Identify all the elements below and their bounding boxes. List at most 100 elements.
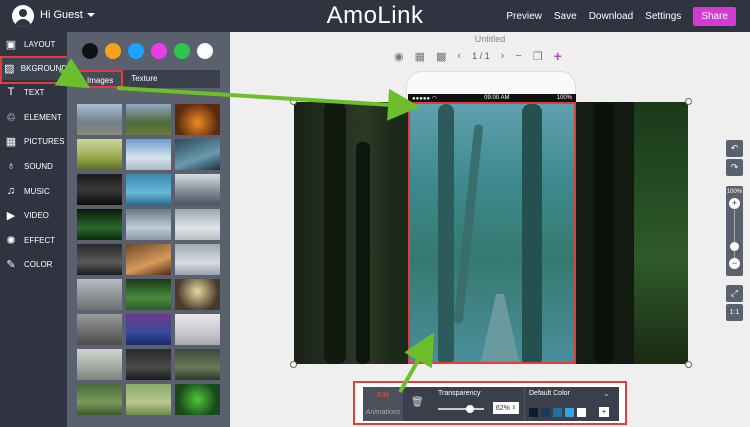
thumbnail[interactable] <box>175 209 220 240</box>
thumbnail[interactable] <box>77 139 122 170</box>
text-icon: T <box>7 86 15 98</box>
thumbnail[interactable] <box>77 314 122 345</box>
thumbnail[interactable] <box>175 384 220 415</box>
document-title[interactable]: Untitled <box>230 34 750 44</box>
transparency-input[interactable]: 62% ⇕ <box>493 402 519 414</box>
thumbnail[interactable] <box>126 384 171 415</box>
thumbnail[interactable] <box>77 209 122 240</box>
thumbnail[interactable] <box>126 174 171 205</box>
resize-handle[interactable] <box>685 361 692 368</box>
thumbnail[interactable] <box>175 139 220 170</box>
preview-button[interactable]: Preview <box>506 11 542 22</box>
fit-screen-icon[interactable]: ⤢ <box>726 285 743 302</box>
resize-handle[interactable] <box>685 98 692 105</box>
sidebar-item-label: SOUND <box>24 161 53 171</box>
swatch-white[interactable] <box>197 43 213 59</box>
minus-icon[interactable]: − <box>515 50 521 62</box>
tab-texture[interactable]: Texture <box>123 70 165 88</box>
thumbnail[interactable] <box>126 279 171 310</box>
thumbnail[interactable] <box>77 244 122 275</box>
thumbnail[interactable] <box>126 209 171 240</box>
eye-icon[interactable]: ◉ <box>394 50 404 63</box>
swatch-green[interactable] <box>174 43 190 59</box>
chevron-left-icon[interactable]: ‹ <box>457 50 461 62</box>
sidebar-item-bkground[interactable]: ▨ BKGROUND <box>0 56 71 84</box>
actual-size-button[interactable]: 1:1 <box>726 304 743 321</box>
transparency-slider-track[interactable] <box>438 408 484 410</box>
thumbnail[interactable] <box>126 104 171 135</box>
resize-handle[interactable] <box>290 361 297 368</box>
color-chip[interactable] <box>553 408 562 417</box>
swatch-black[interactable] <box>82 43 98 59</box>
thumbnail[interactable] <box>77 174 122 205</box>
color-chip[interactable] <box>529 408 538 417</box>
thumbnail[interactable] <box>77 104 122 135</box>
thumbnail[interactable] <box>126 349 171 380</box>
sidebar-item-color[interactable]: ✎ COLOR <box>0 252 67 276</box>
background-panel: Images Texture <box>67 32 230 427</box>
thumbnail[interactable] <box>175 349 220 380</box>
tree-trunk <box>438 104 454 362</box>
stepper-icon[interactable]: ⇕ <box>512 405 516 411</box>
user-menu[interactable]: Hi Guest <box>40 9 95 21</box>
page-indicator: 1 / 1 <box>472 51 490 61</box>
share-button[interactable]: Share <box>693 6 736 26</box>
color-chip[interactable] <box>541 408 550 417</box>
thumbnail[interactable] <box>77 349 122 380</box>
sidebar-item-label: BKGROUND <box>20 63 67 73</box>
copy-icon[interactable]: ❐ <box>533 50 543 63</box>
transparency-slider-knob[interactable] <box>466 405 474 413</box>
swatch-magenta[interactable] <box>151 43 167 59</box>
color-chip[interactable] <box>577 408 586 417</box>
thumbnail[interactable] <box>175 104 220 135</box>
tab-animations[interactable]: Animations <box>363 404 403 421</box>
settings-button[interactable]: Settings <box>645 11 681 22</box>
sidebar-item-element[interactable]: ♲ ELEMENT <box>0 105 67 129</box>
zoom-slider-knob[interactable] <box>730 242 739 251</box>
undo-icon[interactable]: ↶ <box>726 140 743 157</box>
element-icon: ♲ <box>6 111 16 124</box>
sidebar-item-layout[interactable]: ▣ LAYOUT <box>0 32 67 56</box>
thumbnail[interactable] <box>77 384 122 415</box>
download-button[interactable]: Download <box>589 11 633 22</box>
zoom-slider-track[interactable] <box>734 210 735 262</box>
add-page-icon[interactable]: + <box>554 48 562 64</box>
thumbnail[interactable] <box>175 174 220 205</box>
redo-icon[interactable]: ↷ <box>726 159 743 176</box>
sidebar-item-effect[interactable]: ✺ EFFECT <box>0 228 67 252</box>
zoom-out-icon[interactable]: − <box>729 258 740 269</box>
trash-icon[interactable]: 🗑 <box>411 397 424 408</box>
grid-icon[interactable]: ▦ <box>415 50 425 63</box>
chevron-down-icon[interactable]: ⌄ <box>603 389 610 398</box>
swatch-blue[interactable] <box>128 43 144 59</box>
thumbnail[interactable] <box>175 244 220 275</box>
sidebar-item-text[interactable]: T TEXT <box>0 80 67 104</box>
thumbnail[interactable] <box>126 244 171 275</box>
thumbnail[interactable] <box>77 279 122 310</box>
sidebar-item-music[interactable]: ♫ MUSIC <box>0 179 67 203</box>
resize-handle[interactable] <box>290 98 297 105</box>
phone-screen-preview[interactable] <box>408 102 576 364</box>
tab-images[interactable]: Images <box>77 70 124 88</box>
thumbnail[interactable] <box>126 314 171 345</box>
user-avatar-icon[interactable] <box>12 5 34 27</box>
thumbnail[interactable] <box>175 314 220 345</box>
thumbnail[interactable] <box>175 279 220 310</box>
save-button[interactable]: Save <box>554 11 577 22</box>
tab-edit[interactable]: Edit <box>363 387 403 404</box>
chevron-right-icon[interactable]: › <box>501 50 505 62</box>
divider <box>524 387 525 421</box>
add-color-button[interactable]: + <box>599 407 609 417</box>
paint-brush-icon: ✎ <box>6 258 16 271</box>
sidebar-item-video[interactable]: ▶ VIDEO <box>0 203 67 227</box>
thumbnail[interactable] <box>126 139 171 170</box>
swatch-orange[interactable] <box>105 43 121 59</box>
zoom-in-icon[interactable]: + <box>729 198 740 209</box>
layout-icon: ▣ <box>5 38 17 51</box>
sidebar-item-sound[interactable]: ♁ SOUND <box>0 154 67 178</box>
panel-tabs: Images Texture <box>77 70 220 88</box>
sidebar-item-pictures[interactable]: ▦ PICTURES <box>0 129 67 153</box>
sidebar-item-label: VIDEO <box>24 210 49 220</box>
pages-grid-icon[interactable]: ▩ <box>436 50 446 63</box>
color-chip[interactable] <box>565 408 574 417</box>
